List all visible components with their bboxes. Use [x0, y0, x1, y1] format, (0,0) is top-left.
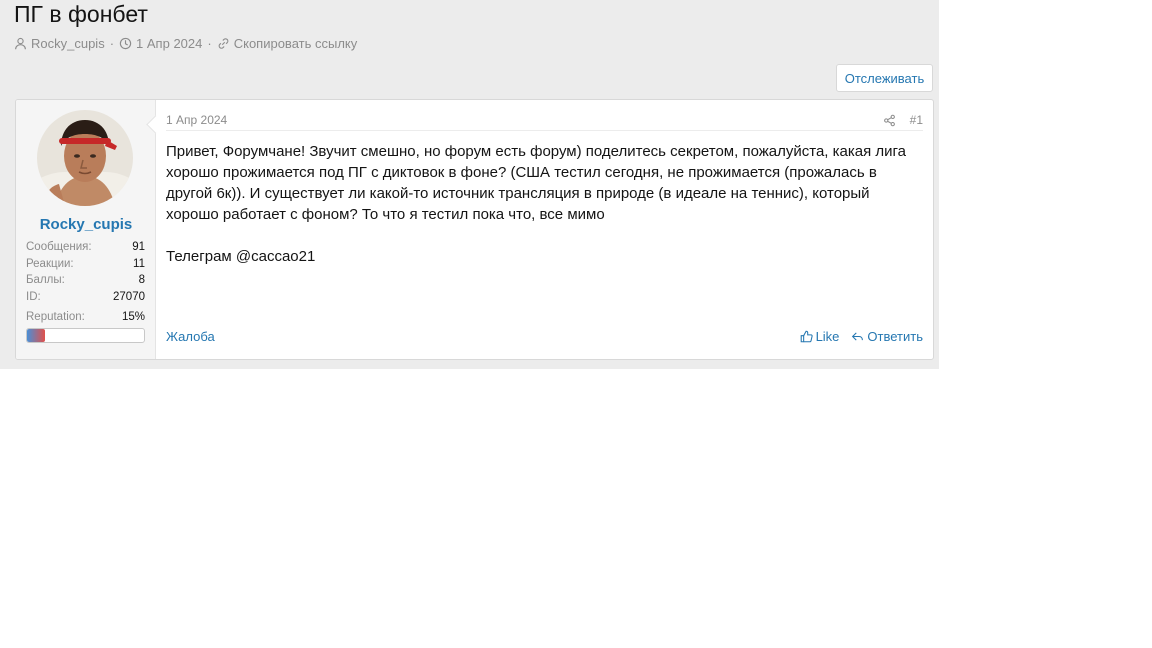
thread-date-link[interactable]: 1 Апр 2024: [136, 36, 202, 51]
stat-row-messages: Сообщения: 91: [26, 239, 145, 256]
reputation-label: Reputation:: [26, 310, 85, 323]
message-body: Привет, Форумчане! Звучит смешно, но фор…: [166, 141, 923, 267]
stat-row-reactions: Реакции: 11: [26, 256, 145, 273]
share-icon[interactable]: [883, 114, 896, 127]
message-header: 1 Апр 2024 #1: [166, 110, 923, 131]
thread-title: ПГ в фонбет: [14, 1, 148, 27]
reply-icon: [851, 330, 864, 343]
report-link[interactable]: Жалоба: [166, 329, 215, 344]
message-header-actions: #1: [883, 113, 923, 127]
stat-label: Сообщения:: [26, 241, 92, 253]
user-info-panel: Rocky_cupis Сообщения: 91 Реакции: 11 Ба…: [16, 100, 165, 359]
reputation-value: 15%: [121, 310, 145, 323]
thread-author-link[interactable]: Rocky_cupis: [31, 36, 105, 51]
meta-separator: ·: [207, 36, 212, 51]
username-link[interactable]: Rocky_cupis: [16, 216, 156, 233]
stat-row-id: ID: 27070: [26, 289, 145, 306]
user-stats: Сообщения: 91 Реакции: 11 Баллы: 8 ID: 2…: [26, 239, 145, 325]
post: Rocky_cupis Сообщения: 91 Реакции: 11 Ба…: [15, 99, 934, 360]
message-paragraph: Телеграм @caccao21: [166, 248, 316, 265]
like-label: Like: [815, 328, 840, 344]
stat-value: 27070: [113, 291, 145, 304]
clock-icon: [119, 37, 132, 50]
stat-label: Баллы:: [26, 274, 65, 287]
post-date-link[interactable]: 1 Апр 2024: [166, 113, 227, 127]
stat-label: Реакции:: [26, 257, 74, 270]
thumbs-up-icon: [800, 330, 813, 343]
message-footer: Жалоба Like Ответить: [166, 326, 923, 346]
link-icon: [217, 37, 230, 50]
like-button[interactable]: Like: [800, 328, 840, 344]
panel-arrow: [146, 115, 165, 134]
reply-label: Ответить: [867, 328, 923, 344]
reputation-bar-fill: [27, 329, 45, 342]
stat-value: 11: [133, 257, 145, 270]
watch-button[interactable]: Отслеживать: [836, 64, 933, 92]
reputation-bar: [26, 328, 145, 343]
stat-label: ID:: [26, 291, 41, 304]
stat-row-points: Баллы: 8: [26, 272, 145, 289]
copy-link[interactable]: Скопировать ссылку: [234, 36, 358, 51]
meta-separator: ·: [109, 36, 115, 51]
message-footer-actions: Like Ответить: [800, 329, 923, 344]
avatar[interactable]: [37, 110, 133, 206]
thread-meta: Rocky_cupis · 1 Апр 2024 · Скопировать с…: [14, 36, 357, 51]
stat-row-reputation: Reputation: 15%: [26, 309, 145, 326]
stat-value: 91: [132, 241, 145, 253]
reply-button[interactable]: Ответить: [851, 329, 923, 344]
stat-value: 8: [138, 274, 145, 287]
message-paragraph: Привет, Форумчане! Звучит смешно, но фор…: [166, 143, 907, 223]
post-number-link[interactable]: #1: [910, 113, 923, 127]
user-icon: [14, 37, 27, 50]
